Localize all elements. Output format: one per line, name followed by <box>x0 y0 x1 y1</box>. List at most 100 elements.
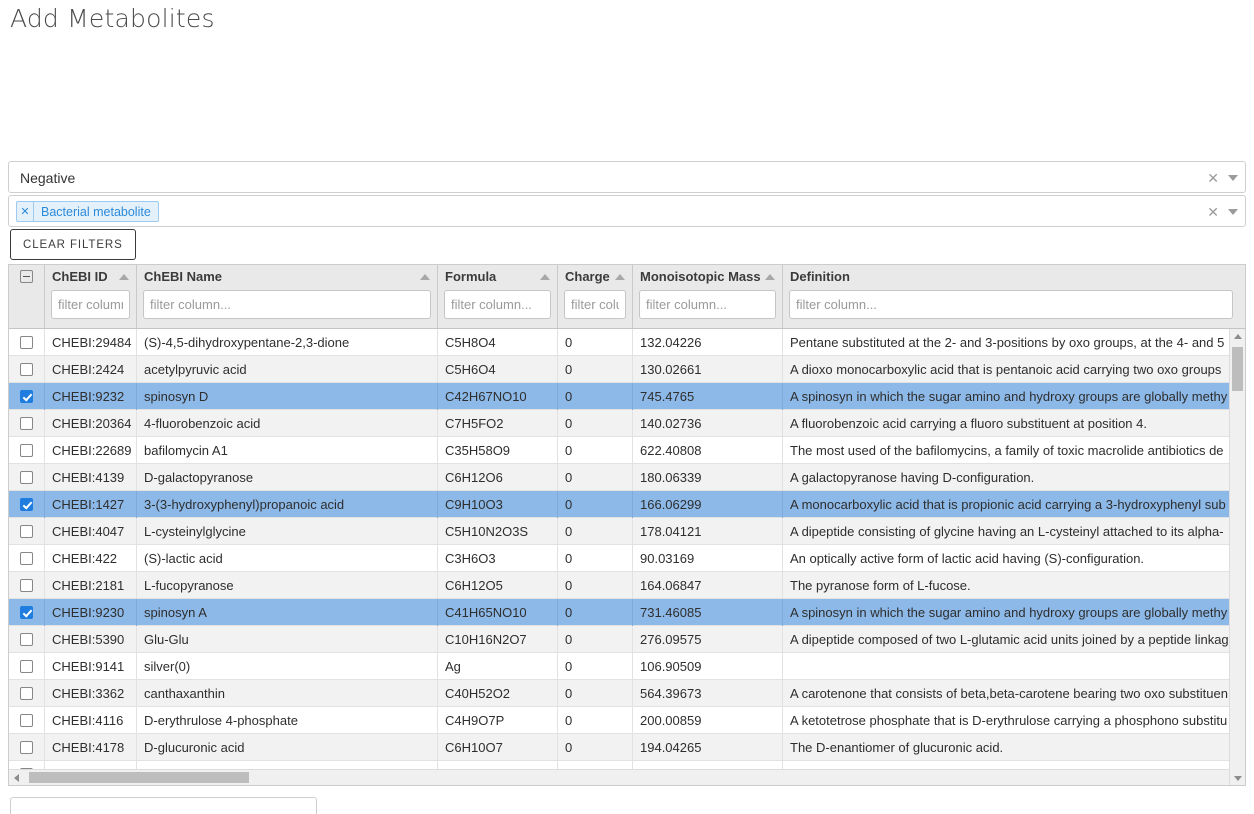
table-row[interactable]: CHEBI:4139 D-galactopyranose C6H12O6 0 180.0… <box>9 463 1245 491</box>
cell-charge: 0 <box>558 463 633 491</box>
filter-input-chebi-id[interactable] <box>51 290 130 319</box>
row-checkbox[interactable] <box>20 497 33 511</box>
row-select-cell[interactable] <box>9 544 45 572</box>
cell-formula: C4H9O7P <box>438 706 558 734</box>
row-select-cell[interactable] <box>9 652 45 680</box>
cell-id: CHEBI:4139 <box>45 463 137 491</box>
sort-asc-icon[interactable] <box>540 274 550 280</box>
times-icon[interactable]: ✕ <box>17 202 34 221</box>
sort-asc-icon[interactable] <box>420 274 430 280</box>
row-select-cell[interactable] <box>9 329 45 356</box>
cell-formula: Ag <box>438 652 558 680</box>
row-checkbox[interactable] <box>20 659 33 673</box>
scroll-down-button[interactable] <box>1230 771 1245 785</box>
table-row[interactable]: CHEBI:4116 D-erythrulose 4-phosphate C4H9O… <box>9 706 1245 734</box>
table-row[interactable]: CHEBI:9232 spinosyn D C42H67NO10 0 745.4765 A… <box>9 382 1245 410</box>
filter-input-charge[interactable] <box>564 290 626 319</box>
row-checkbox[interactable] <box>20 740 33 754</box>
cell-def: The pyranose form of L-fucose. <box>790 577 971 593</box>
row-select-cell[interactable] <box>9 571 45 599</box>
mode-select[interactable]: Negative ✕ <box>8 161 1246 193</box>
sort-asc-icon[interactable] <box>615 274 625 280</box>
table-row[interactable]: CHEBI:20364 4-fluorobenzoic acid C7H5FO2 0 1… <box>9 409 1245 437</box>
filter-input-definition[interactable] <box>789 290 1233 319</box>
column-header-label: Monoisotopic Mass <box>640 269 761 284</box>
column-header-formula[interactable]: Formula <box>438 265 558 328</box>
horizontal-scrollbar[interactable] <box>9 769 1245 785</box>
row-select-cell[interactable] <box>9 490 45 518</box>
column-header-chebi-name[interactable]: ChEBI Name <box>137 265 438 328</box>
cell-id: CHEBI:3362 <box>45 679 137 707</box>
sort-asc-icon[interactable] <box>119 274 129 280</box>
sort-asc-icon[interactable] <box>765 274 775 280</box>
filter-chip[interactable]: ✕ Bacterial metabolite <box>16 201 159 222</box>
tag-select[interactable]: ✕ Bacterial metabolite ✕ <box>8 195 1246 227</box>
row-checkbox[interactable] <box>20 524 33 538</box>
times-icon[interactable]: ✕ <box>1207 171 1219 185</box>
column-header-chebi-id[interactable]: ChEBI ID <box>45 265 137 328</box>
clear-filters-button[interactable]: CLEAR FILTERS <box>10 229 136 260</box>
row-select-cell[interactable] <box>9 436 45 464</box>
row-checkbox[interactable] <box>20 686 33 700</box>
cell-def: A monocarboxylic acid that is propionic … <box>790 496 1226 512</box>
row-checkbox[interactable] <box>20 443 33 457</box>
table-row[interactable]: CHEBI:422 (S)-lactic acid C3H6O3 0 90.03169 A… <box>9 544 1245 572</box>
row-select-cell[interactable] <box>9 517 45 545</box>
row-checkbox[interactable] <box>20 605 33 619</box>
cell-def: The D-enantiomer of glucuronic acid. <box>790 739 1004 755</box>
vertical-scrollbar[interactable] <box>1229 329 1245 785</box>
cell-mass: 90.03169 <box>633 544 783 572</box>
table-row[interactable]: CHEBI:4047 L-cysteinylglycine C5H10N2O3S 0 1… <box>9 517 1245 545</box>
row-select-cell[interactable] <box>9 706 45 734</box>
filter-input-formula[interactable] <box>444 290 551 319</box>
filter-input-monoisotopic-mass[interactable] <box>639 290 776 319</box>
row-select-cell[interactable] <box>9 598 45 626</box>
table-row[interactable]: CHEBI:5390 Glu-Glu C10H16N2O7 0 276.09575 A d… <box>9 625 1245 653</box>
table-row[interactable]: CHEBI:9141 silver(0) Ag 0 106.90509 <box>9 652 1245 680</box>
row-select-cell[interactable] <box>9 409 45 437</box>
row-select-cell[interactable] <box>9 679 45 707</box>
row-checkbox[interactable] <box>20 551 33 565</box>
row-checkbox[interactable] <box>20 416 33 430</box>
scroll-left-button[interactable] <box>9 770 24 785</box>
row-checkbox[interactable] <box>20 362 33 376</box>
select-all-checkbox[interactable] <box>20 270 33 283</box>
cell-formula: C5H8O4 <box>438 329 558 356</box>
table-row[interactable]: CHEBI:2181 L-fucopyranose C6H12O5 0 164.0684… <box>9 571 1245 599</box>
table-row[interactable]: CHEBI:22689 bafilomycin A1 C35H58O9 0 622.40… <box>9 436 1245 464</box>
table-row[interactable]: CHEBI:1427 3-(3-hydroxyphenyl)propanoic a… <box>9 490 1245 518</box>
row-select-cell[interactable] <box>9 382 45 410</box>
times-icon[interactable]: ✕ <box>1207 205 1219 219</box>
column-header-monoisotopic-mass[interactable]: Monoisotopic Mass <box>633 265 783 328</box>
cell-name: canthaxanthin <box>137 679 438 707</box>
row-checkbox[interactable] <box>20 389 33 403</box>
row-select-cell[interactable] <box>9 733 45 761</box>
cell-formula: C10H16N2O7 <box>438 625 558 653</box>
horizontal-scrollbar-thumb[interactable] <box>29 772 249 783</box>
table-row[interactable]: CHEBI:9230 spinosyn A C41H65NO10 0 731.46085… <box>9 598 1245 626</box>
row-checkbox[interactable] <box>20 713 33 727</box>
table-row[interactable]: CHEBI:29484 (S)-4,5-dihydroxypentane-2,3-… <box>9 329 1245 356</box>
row-checkbox[interactable] <box>20 335 33 349</box>
row-select-cell[interactable] <box>9 463 45 491</box>
select-all-header-cell[interactable] <box>9 265 45 328</box>
chevron-down-icon[interactable] <box>1228 175 1238 181</box>
column-header-charge[interactable]: Charge <box>558 265 633 328</box>
cell-def <box>783 653 1239 680</box>
chevron-down-icon[interactable] <box>1228 209 1238 215</box>
column-header-definition[interactable]: Definition <box>783 265 1239 328</box>
scroll-up-button[interactable] <box>1230 329 1245 344</box>
metabolites-grid: ChEBI ID ChEBI Name Formula <box>8 264 1246 786</box>
grid-body: CHEBI:29484 (S)-4,5-dihydroxypentane-2,3-… <box>9 329 1245 785</box>
vertical-scrollbar-thumb[interactable] <box>1232 347 1243 391</box>
bottom-partial-input[interactable] <box>10 797 317 814</box>
table-row[interactable]: CHEBI:3362 canthaxanthin C40H52O2 0 564.3967… <box>9 679 1245 707</box>
row-checkbox[interactable] <box>20 470 33 484</box>
filter-input-chebi-name[interactable] <box>143 290 431 319</box>
row-checkbox[interactable] <box>20 632 33 646</box>
row-select-cell[interactable] <box>9 355 45 383</box>
table-row[interactable]: CHEBI:4178 D-glucuronic acid C6H10O7 0 194.0… <box>9 733 1245 761</box>
table-row[interactable]: CHEBI:2424 acetylpyruvic acid C5H6O4 0 130.0… <box>9 355 1245 383</box>
row-checkbox[interactable] <box>20 578 33 592</box>
row-select-cell[interactable] <box>9 625 45 653</box>
